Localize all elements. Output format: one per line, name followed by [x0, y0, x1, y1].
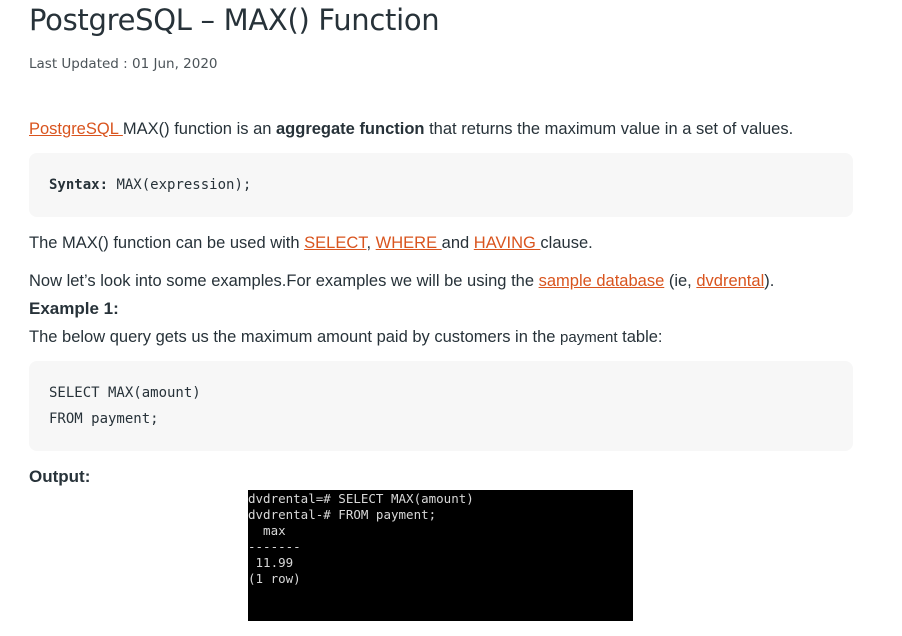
- syntax-code-block: Syntax: MAX(expression);: [29, 153, 853, 217]
- terminal-line: dvdrental=# SELECT MAX(amount): [248, 491, 474, 506]
- syntax-line: Syntax: MAX(expression);: [49, 172, 853, 198]
- examples-text-3: ).: [764, 272, 775, 290]
- terminal-line: max: [248, 523, 286, 538]
- intro-paragraph: PostgreSQL MAX() function is an aggregat…: [29, 118, 793, 140]
- code-line: FROM payment;: [49, 411, 159, 427]
- terminal-output-screenshot: dvdrental=# SELECT MAX(amount) dvdrental…: [248, 490, 633, 621]
- payment-inline-code: payment: [560, 329, 618, 346]
- example-desc-2: table:: [617, 328, 663, 346]
- intro-bold: aggregate function: [276, 120, 425, 138]
- usage-paragraph: The MAX() function can be used with SELE…: [29, 232, 593, 254]
- examples-intro-paragraph: Now let’s look into some examples.For ex…: [29, 270, 774, 292]
- output-heading: Output:: [29, 467, 91, 486]
- example-1-heading: Example 1:: [29, 299, 119, 318]
- sample-database-link[interactable]: sample database: [539, 272, 665, 290]
- intro-text-2: that returns the maximum value in a set …: [424, 120, 794, 138]
- example-1-description: The below query gets us the maximum amou…: [29, 326, 663, 349]
- last-updated: Last Updated : 01 Jun, 2020: [29, 56, 218, 72]
- page-title: PostgreSQL – MAX() Function: [29, 3, 440, 37]
- usage-text-3: clause.: [540, 234, 593, 252]
- syntax-label: Syntax:: [49, 177, 109, 193]
- syntax-code: MAX(expression);: [108, 177, 252, 193]
- examples-text-2: (ie,: [664, 272, 697, 290]
- intro-text-1: MAX() function is an: [122, 120, 276, 138]
- terminal-line: dvdrental-# FROM payment;: [248, 507, 437, 522]
- usage-text-1: The MAX() function can be used with: [29, 234, 305, 252]
- terminal-line: (1 row): [248, 571, 301, 586]
- having-link[interactable]: HAVING: [474, 234, 541, 252]
- examples-text-1: Now let’s look into some examples.For ex…: [29, 272, 539, 290]
- example-desc-1: The below query gets us the maximum amou…: [29, 328, 561, 346]
- terminal-line: 11.99: [248, 555, 294, 570]
- postgresql-link[interactable]: PostgreSQL: [29, 120, 123, 138]
- code-line: SELECT MAX(amount): [49, 385, 201, 401]
- terminal-body: dvdrental=# SELECT MAX(amount) dvdrental…: [248, 491, 474, 587]
- example-1-code-block: SELECT MAX(amount) FROM payment;: [29, 361, 853, 451]
- dvdrental-link[interactable]: dvdrental: [696, 272, 764, 290]
- usage-sep: ,: [366, 234, 376, 252]
- select-link[interactable]: SELECT: [304, 234, 366, 252]
- terminal-line: -------: [248, 539, 301, 554]
- where-link[interactable]: WHERE: [376, 234, 442, 252]
- usage-text-2: and: [441, 234, 474, 252]
